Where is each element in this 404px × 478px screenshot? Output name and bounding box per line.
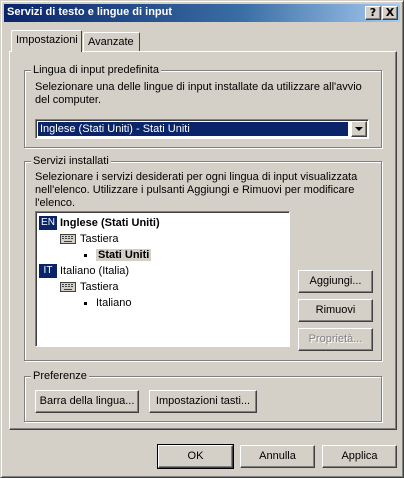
tree-item-layout-en[interactable]: Stati Uniti <box>84 247 152 263</box>
keyboard-icon <box>60 282 76 293</box>
key-settings-button[interactable]: Impostazioni tasti... <box>149 390 257 413</box>
tree-item-keyboard-it[interactable]: Tastiera <box>60 279 119 295</box>
tree-item-category-label: Tastiera <box>80 233 119 245</box>
tree-item-category-label: Tastiera <box>80 281 119 293</box>
default-language-selected: Inglese (Stati Uniti) - Stati Uniti <box>37 121 349 137</box>
installed-services-legend: Servizi installati <box>31 155 111 167</box>
default-language-dropdown[interactable]: Inglese (Stati Uniti) - Stati Uniti <box>35 119 369 139</box>
language-badge-en: EN <box>39 216 57 231</box>
installed-services-description: Selezionare i servizi desiderati per ogn… <box>35 171 358 209</box>
window-title: Servizi di testo e lingue di input <box>7 6 173 18</box>
default-language-description: Selezionare una delle lingue di input in… <box>35 81 362 106</box>
language-badge-it: IT <box>39 264 57 279</box>
bullet-icon <box>84 301 87 305</box>
tree-item-language-it[interactable]: IT Italiano (Italia) <box>39 263 129 279</box>
tab-avanzate[interactable]: Avanzate <box>83 32 140 51</box>
tree-item-layout-label: Italiano <box>96 297 132 309</box>
close-icon: X <box>385 6 395 19</box>
keyboard-icon <box>60 234 76 245</box>
tree-item-language-label: Inglese (Stati Uniti) <box>60 217 160 229</box>
tab-impostazioni[interactable]: Impostazioni <box>11 30 82 52</box>
dialog-window: Servizi di testo e lingue di input ? X I… <box>0 0 404 478</box>
bullet-icon <box>84 253 87 257</box>
default-language-legend: Lingua di input predefinita <box>31 64 161 76</box>
chevron-down-icon <box>355 127 363 131</box>
remove-button[interactable]: Rimuovi <box>298 299 373 322</box>
cancel-button[interactable]: Annulla <box>240 445 315 468</box>
installed-services-tree[interactable]: EN Inglese (Stati Uniti) Tastiera Stati U… <box>35 211 290 347</box>
language-bar-button[interactable]: Barra della lingua... <box>35 390 139 413</box>
tree-item-language-label: Italiano (Italia) <box>60 265 130 277</box>
tree-item-keyboard-en[interactable]: Tastiera <box>60 231 119 247</box>
dropdown-arrow-button[interactable] <box>351 121 367 137</box>
apply-button[interactable]: Applica <box>322 445 397 468</box>
title-bar[interactable]: Servizi di testo e lingue di input ? X <box>4 4 400 22</box>
properties-button[interactable]: Proprietà... <box>298 328 373 351</box>
ok-button[interactable]: OK <box>157 444 234 469</box>
tree-item-layout-it[interactable]: Italiano <box>84 295 131 311</box>
tree-item-layout-label: Stati Uniti <box>96 249 152 261</box>
close-button[interactable]: X <box>382 6 398 20</box>
add-button[interactable]: Aggiungi... <box>298 270 373 293</box>
tree-item-language-en[interactable]: EN Inglese (Stati Uniti) <box>39 215 160 231</box>
help-button[interactable]: ? <box>365 6 381 20</box>
preferences-legend: Preferenze <box>31 370 89 382</box>
